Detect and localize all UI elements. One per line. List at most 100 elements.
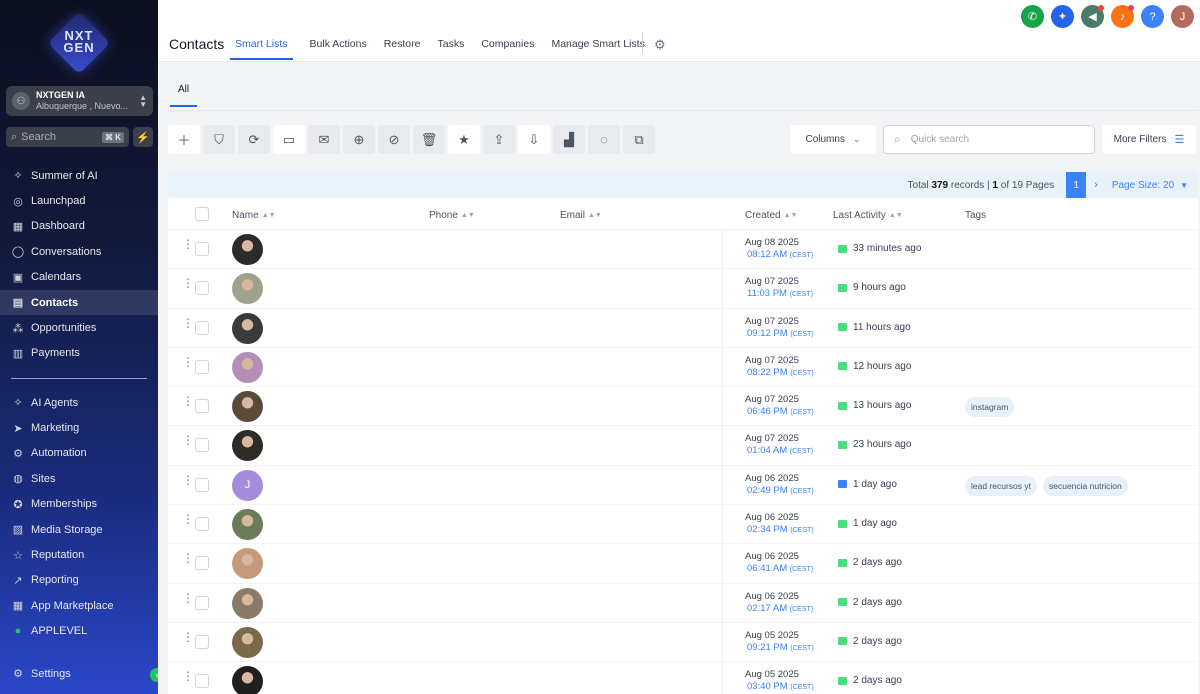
sidebar-item-settings[interactable]: ⚙ Settings	[0, 661, 158, 686]
contact-avatar[interactable]	[232, 351, 263, 383]
sms-button[interactable]: ▭	[273, 125, 305, 154]
row-checkbox[interactable]	[195, 477, 209, 492]
row-checkbox[interactable]	[195, 320, 209, 335]
delete-button[interactable]: 🗑	[413, 125, 445, 154]
table-row[interactable]: ⋮ J Aug 06 2025 02:49 PM (CEST) 1 day ago lea…	[168, 466, 1198, 506]
sidebar-item-payments[interactable]: ▥ Payments	[0, 341, 158, 366]
row-menu-icon[interactable]: ⋮	[182, 513, 194, 525]
whatsapp-button[interactable]: ◌	[588, 125, 620, 154]
tag-chip[interactable]: lead recursos yt	[965, 475, 1037, 496]
table-row[interactable]: ⋮ Aug 07 2025 09:12 PM (CEST) 11 hours ago	[168, 309, 1198, 348]
sidebar-item-reporting[interactable]: ↗ Reporting	[0, 568, 158, 593]
star-button[interactable]: ★	[448, 125, 480, 154]
row-menu-icon[interactable]: ⋮	[182, 356, 194, 368]
sidebar-item-sites[interactable]: ◍ Sites	[0, 466, 158, 491]
row-menu-icon[interactable]: ⋮	[182, 238, 194, 250]
column-name[interactable]: Name ▲▼	[232, 210, 276, 221]
row-menu-icon[interactable]: ⋮	[182, 434, 194, 446]
add-contact-button[interactable]: ＋	[168, 125, 200, 154]
contact-avatar[interactable]	[232, 312, 263, 344]
tab-companies[interactable]: Companies	[481, 38, 534, 60]
sidebar-item-applevel[interactable]: ● APPLEVEL	[0, 619, 158, 644]
sidebar-item-app-marketplace[interactable]: ▦ App Marketplace	[0, 593, 158, 618]
row-menu-icon[interactable]: ⋮	[182, 592, 194, 604]
table-row[interactable]: ⋮ Aug 05 2025 03:40 PM (CEST) 2 days ago	[168, 662, 1198, 694]
tab-restore[interactable]: Restore	[384, 38, 421, 60]
sidebar-item-marketing[interactable]: ➤ Marketing	[0, 415, 158, 440]
table-row[interactable]: ⋮ Aug 07 2025 06:46 PM (CEST) 13 hours ago i…	[168, 387, 1198, 427]
sidebar-item-opportunities[interactable]: ⁂ Opportunities	[0, 315, 158, 340]
remove-tag-button[interactable]: ⊘	[378, 125, 410, 154]
add-tag-button[interactable]: ⊕	[343, 125, 375, 154]
tab-all[interactable]: All	[170, 84, 198, 107]
row-checkbox[interactable]	[195, 634, 209, 649]
row-checkbox[interactable]	[195, 517, 209, 532]
contact-avatar[interactable]	[232, 391, 263, 423]
row-checkbox[interactable]	[195, 399, 209, 414]
tag-chip[interactable]: secuencia nutricion	[1043, 475, 1128, 496]
column-email[interactable]: Email ▲▼	[560, 210, 602, 221]
more-filters-button[interactable]: More Filters ☰	[1102, 125, 1196, 154]
sidebar-search[interactable]: ⌕ Search ⌘ K	[6, 127, 129, 147]
help-icon[interactable]: ?	[1141, 5, 1164, 28]
contact-avatar[interactable]	[232, 548, 263, 580]
workflow-button[interactable]: ⟳	[238, 125, 270, 154]
phone-icon[interactable]: ✆	[1021, 5, 1044, 28]
tab-smart-lists[interactable]: Smart Lists	[230, 38, 293, 60]
company-button[interactable]: ▟	[553, 125, 585, 154]
sidebar-item-memberships[interactable]: ✪ Memberships	[0, 492, 158, 517]
tag-chip[interactable]: instagram	[965, 397, 1015, 418]
user-avatar[interactable]: J	[1171, 5, 1194, 28]
quick-search-input[interactable]: ⌕ Quick search	[883, 125, 1095, 154]
sidebar-item-media-storage[interactable]: ▨ Media Storage	[0, 517, 158, 542]
contact-avatar[interactable]	[232, 509, 263, 541]
chevron-right-icon[interactable]: ›	[1094, 179, 1098, 191]
merge-button[interactable]: ⧉	[623, 125, 655, 154]
column-created[interactable]: Created ▲▼	[745, 210, 797, 221]
column-phone[interactable]: Phone ▲▼	[429, 210, 475, 221]
import-button[interactable]: ⇩	[518, 125, 550, 154]
row-checkbox[interactable]	[195, 556, 209, 571]
email-button[interactable]: ✉	[308, 125, 340, 154]
filter-button[interactable]: ⛉	[203, 125, 235, 154]
row-menu-icon[interactable]: ⋮	[182, 395, 194, 407]
table-row[interactable]: ⋮ Aug 06 2025 02:34 PM (CEST) 1 day ago	[168, 505, 1198, 545]
sidebar-item-launchpad[interactable]: ◎ Launchpad	[0, 188, 158, 213]
magic-icon[interactable]: ✦	[1051, 5, 1074, 28]
row-menu-icon[interactable]: ⋮	[182, 474, 194, 486]
sidebar-item-automation[interactable]: ⚙ Automation	[0, 441, 158, 466]
contact-avatar[interactable]	[232, 430, 263, 462]
row-menu-icon[interactable]: ⋮	[182, 552, 194, 564]
row-checkbox[interactable]	[195, 595, 209, 610]
page-size-select[interactable]: Page Size: 20	[1112, 180, 1174, 191]
sidebar-item-reputation[interactable]: ☆ Reputation	[0, 542, 158, 567]
sidebar-item-ai-agents[interactable]: ✧ AI Agents	[0, 390, 158, 415]
row-checkbox[interactable]	[195, 281, 209, 296]
table-row[interactable]: ⋮ Aug 07 2025 08:22 PM (CEST) 12 hours ago	[168, 348, 1198, 388]
table-row[interactable]: ⋮ Aug 07 2025 11:03 PM (CEST) 9 hours ago	[168, 269, 1198, 309]
table-row[interactable]: ⋮ Aug 06 2025 06:41 AM (CEST) 2 days ago	[168, 544, 1198, 584]
row-menu-icon[interactable]: ⋮	[182, 317, 194, 329]
contact-avatar[interactable]	[232, 587, 263, 619]
page-button-1[interactable]: 1	[1066, 172, 1087, 198]
table-row[interactable]: ⋮ Aug 06 2025 02:17 AM (CEST) 2 days ago	[168, 584, 1198, 623]
tab-bulk-actions[interactable]: Bulk Actions	[310, 38, 367, 60]
row-checkbox[interactable]	[195, 438, 209, 453]
contact-avatar[interactable]	[232, 273, 263, 305]
select-all-checkbox[interactable]	[195, 207, 209, 221]
tab-manage-smart-lists[interactable]: Manage Smart Lists	[551, 38, 644, 60]
columns-dropdown[interactable]: Columns ⌄	[790, 125, 876, 154]
account-switcher[interactable]: ⚇ NXTGEN IA Albuquerque , Nuevo... ▲ ▼	[6, 86, 153, 116]
contact-avatar[interactable]	[232, 666, 263, 694]
bell-icon[interactable]: ♪	[1111, 5, 1134, 28]
contact-avatar[interactable]	[232, 626, 263, 658]
contact-avatar[interactable]: J	[232, 469, 263, 501]
row-checkbox[interactable]	[195, 242, 209, 256]
table-row[interactable]: ⋮ Aug 05 2025 09:21 PM (CEST) 2 days ago	[168, 623, 1198, 663]
settings-gear-icon[interactable]: ⚙	[654, 37, 666, 53]
tab-tasks[interactable]: Tasks	[437, 38, 464, 60]
table-row[interactable]: ⋮ Aug 08 2025 08:12 AM (CEST) 33 minutes ag…	[168, 230, 1198, 270]
row-checkbox[interactable]	[195, 674, 209, 689]
brand-logo[interactable]: NXT GEN	[47, 11, 111, 75]
row-checkbox[interactable]	[195, 359, 209, 374]
